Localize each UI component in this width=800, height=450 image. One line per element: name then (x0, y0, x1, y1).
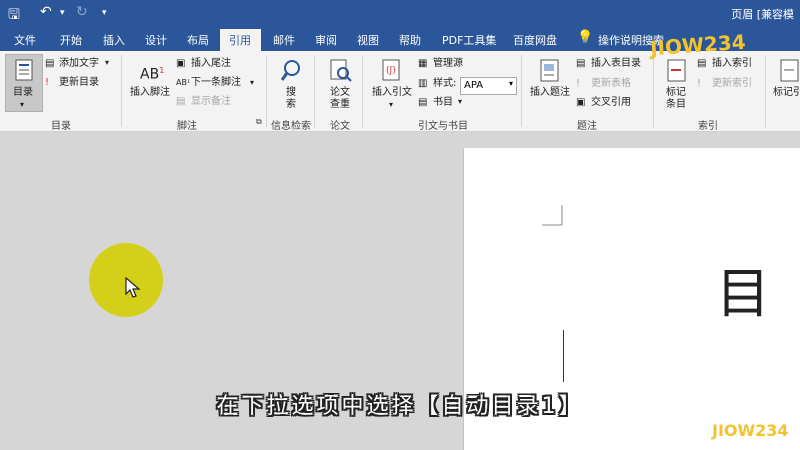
tab-design[interactable]: 设计 (145, 32, 167, 48)
chevron-down-icon: ▾ (105, 58, 110, 67)
search-icon (281, 60, 300, 81)
table-of-figures-icon: ▤ (576, 58, 586, 69)
tab-file[interactable]: 文件 (14, 32, 36, 48)
mark-entry-button[interactable]: 标记条目 (666, 87, 688, 111)
add-text-icon: ▤ (45, 58, 55, 69)
citation-style-select[interactable]: APA ▾ (460, 77, 517, 95)
divider (121, 55, 122, 127)
insert-caption-icon (540, 59, 559, 82)
update-table-icon: ! (576, 78, 581, 89)
watermark-logo-bottom: JIOW234 (712, 421, 789, 440)
paper-check-button[interactable]: 论文查重 (330, 87, 352, 111)
insert-caption-button[interactable]: 插入题注 (530, 87, 570, 99)
undo-dropdown-icon[interactable]: ▾ (60, 8, 65, 18)
update-toc-button[interactable]: 更新目录 (59, 77, 99, 89)
subtitle-caption: 在下拉选项中选择【自动目录1】 (216, 394, 584, 419)
tab-pdf-tools[interactable]: PDF工具集 (442, 32, 496, 48)
update-index-icon: ! (697, 78, 702, 89)
mark-citation-icon (780, 59, 799, 82)
divider (765, 55, 766, 127)
redo-icon[interactable]: ↻ (76, 4, 88, 20)
undo-icon[interactable]: ↶ (40, 4, 52, 20)
tab-insert[interactable]: 插入 (103, 32, 125, 48)
insert-index-button[interactable]: 插入索引 (712, 58, 752, 70)
next-footnote-icon: AB¹ (176, 78, 191, 87)
style-label: 样式: (433, 78, 457, 89)
add-text-button[interactable]: 添加文字 (59, 58, 99, 70)
customize-qat-icon[interactable]: ▾ (102, 8, 107, 18)
update-table-button[interactable]: 更新表格 (591, 78, 631, 90)
title-bar: 🖫 ↶ ▾ ↻ ▾ 页眉 [兼容模 (0, 0, 800, 29)
bibliography-icon: ▤ (418, 97, 428, 108)
chevron-down-icon: ▾ (458, 97, 463, 106)
bibliography-button[interactable]: 书目 (433, 97, 453, 109)
insert-index-icon: ▤ (697, 58, 707, 69)
tab-home[interactable]: 开始 (60, 32, 82, 48)
divider (521, 55, 522, 127)
insert-citation-button[interactable]: 插入引文 (372, 87, 412, 99)
group-label-paper: 论文 (330, 121, 350, 132)
update-index-button[interactable]: 更新索引 (712, 78, 752, 90)
document-title: 页眉 [兼容模 (731, 8, 794, 21)
svg-text:(ʃ): (ʃ) (386, 66, 396, 76)
group-label-index: 索引 (698, 121, 718, 132)
lightbulb-icon: 💡 (577, 30, 594, 45)
save-icon[interactable]: 🖫 (8, 4, 20, 28)
tab-help[interactable]: 帮助 (399, 32, 421, 48)
toc-button[interactable]: 目录 ▾ (5, 54, 43, 112)
show-notes-button[interactable]: 显示备注 (191, 96, 231, 108)
toc-icon (15, 59, 33, 81)
group-label-citations: 引文与书目 (418, 121, 468, 132)
ribbon: 目录 ▾ ▤ 添加文字 ▾ ! 更新目录 目录 AB1 插入脚注 ▣ 插入尾注 … (0, 51, 800, 132)
mark-citation-button[interactable]: 标记引 (773, 87, 800, 99)
tab-layout[interactable]: 布局 (187, 32, 209, 48)
text-cursor (563, 330, 564, 382)
cross-reference-button[interactable]: 交叉引用 (591, 97, 631, 109)
insert-endnote-button[interactable]: 插入尾注 (191, 58, 231, 70)
chevron-down-icon: ▾ (20, 100, 25, 109)
cross-reference-icon: ▣ (576, 97, 586, 108)
manage-sources-button[interactable]: 管理源 (433, 58, 463, 70)
tab-view[interactable]: 视图 (357, 32, 379, 48)
chevron-down-icon: ▾ (508, 79, 513, 88)
margin-corner-mark (542, 205, 563, 226)
tab-baidu-netdisk[interactable]: 百度网盘 (513, 32, 557, 48)
tab-review[interactable]: 审阅 (315, 32, 337, 48)
style-icon: ▥ (418, 78, 428, 89)
show-notes-icon: ▤ (176, 96, 186, 107)
mark-entry-icon (667, 59, 686, 82)
group-label-toc: 目录 (51, 121, 71, 132)
footnote-icon: AB1 (140, 66, 165, 83)
insert-citation-icon: (ʃ) (382, 59, 400, 81)
tab-references[interactable]: 引用 (220, 29, 261, 51)
toc-label: 目录 (13, 87, 33, 98)
group-label-captions: 题注 (577, 121, 597, 132)
next-footnote-button[interactable]: 下一条脚注 (191, 77, 241, 89)
update-toc-icon: ! (45, 77, 50, 88)
endnote-icon: ▣ (176, 58, 186, 69)
search-button[interactable]: 搜索 (286, 87, 298, 111)
group-label-research: 信息检索 (271, 121, 311, 132)
divider (653, 55, 654, 127)
insert-footnote-button[interactable]: 插入脚注 (130, 87, 170, 99)
group-label-footnotes: 脚注 (177, 121, 197, 132)
paper-check-icon (330, 59, 352, 82)
divider (314, 55, 315, 127)
insert-table-of-figures-button[interactable]: 插入表目录 (591, 58, 641, 70)
divider (362, 55, 363, 127)
dialog-launcher-icon[interactable]: ⧉ (256, 117, 262, 127)
mouse-pointer-icon (125, 276, 141, 298)
manage-sources-icon: ▦ (418, 58, 428, 69)
document-heading-text: 目 (716, 262, 770, 325)
tab-mailings[interactable]: 邮件 (273, 32, 295, 48)
chevron-down-icon: ▾ (250, 78, 255, 87)
divider (266, 55, 267, 127)
chevron-down-icon: ▾ (389, 100, 394, 109)
